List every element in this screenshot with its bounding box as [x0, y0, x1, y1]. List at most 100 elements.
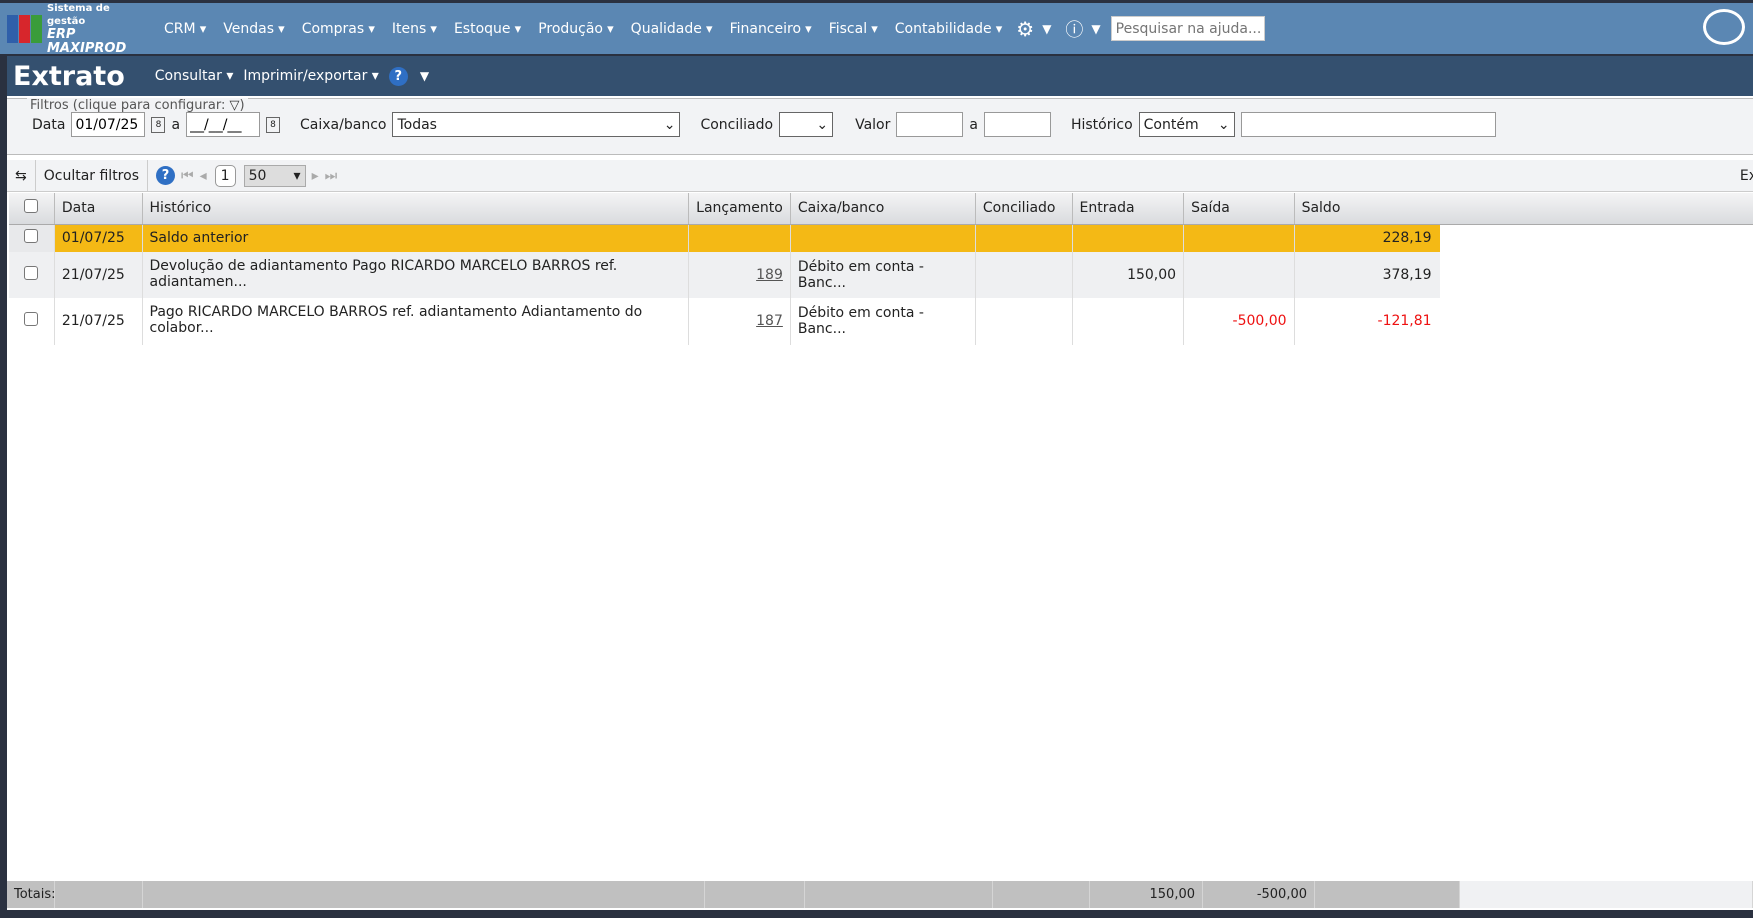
- last-page-icon[interactable]: ⏭: [325, 168, 338, 184]
- col-lancamento[interactable]: Lançamento: [688, 193, 791, 225]
- data-label: Data: [32, 116, 66, 133]
- col-data[interactable]: Data: [54, 193, 143, 225]
- historico-mode-select[interactable]: Contém ⌄: [1138, 112, 1235, 137]
- page-number[interactable]: 1: [214, 164, 236, 187]
- menu-compras[interactable]: Compras: [302, 21, 375, 37]
- chevron-down-icon: ⌄: [1217, 116, 1230, 133]
- totals-label: Totais:: [7, 881, 56, 908]
- logo-line2: ERP MAXIPROD: [47, 26, 127, 56]
- cell-saida: -500,00: [1183, 297, 1295, 345]
- historico-mode-value: Contém: [1143, 116, 1199, 133]
- refresh-icon[interactable]: ⇆: [7, 160, 36, 191]
- settings-dropdown-icon[interactable]: ▼: [1042, 22, 1051, 36]
- cell-historico: Pago RICARDO MARCELO BARROS ref. adianta…: [142, 297, 690, 345]
- help-circle-icon[interactable]: ⓘ: [1065, 16, 1083, 42]
- menu-contabilidade[interactable]: Contabilidade: [895, 21, 1002, 37]
- top-navigation-bar: Sistema de gestãoERP MAXIPROD CRM Vendas…: [0, 2, 1753, 56]
- help-search-input[interactable]: [1110, 16, 1265, 41]
- col-historico[interactable]: Histórico: [142, 193, 690, 225]
- data-from-input[interactable]: [71, 112, 146, 137]
- menu-itens[interactable]: Itens: [392, 21, 437, 37]
- calendar-icon[interactable]: 8: [151, 116, 166, 133]
- conciliado-label: Conciliado: [700, 116, 774, 133]
- conciliado-select[interactable]: ⌄: [779, 112, 834, 137]
- row-checkbox[interactable]: [24, 265, 39, 280]
- logo-icon: [7, 14, 42, 43]
- menu-crm[interactable]: CRM: [164, 21, 206, 37]
- export-button[interactable]: Ex: [1740, 168, 1753, 184]
- next-page-icon[interactable]: ▸: [312, 168, 319, 184]
- first-page-icon[interactable]: ⏮: [181, 168, 194, 184]
- logo[interactable]: Sistema de gestão ERP MAXIPROD: [7, 2, 147, 56]
- caixa-banco-label: Caixa/banco: [300, 116, 387, 133]
- help-dropdown-icon[interactable]: ▼: [420, 69, 429, 83]
- table-row[interactable]: 01/07/25 Saldo anterior 228,19: [9, 224, 1753, 252]
- menu-vendas[interactable]: Vendas: [223, 21, 284, 37]
- caixa-banco-value: Todas: [397, 116, 437, 133]
- extrato-table: Data Histórico Lançamento Caixa/banco Co…: [9, 193, 1753, 345]
- help-dropdown-icon[interactable]: ▼: [1091, 22, 1100, 36]
- totals-saida: -500,00: [1203, 881, 1315, 908]
- table-row[interactable]: 21/07/25 Pago RICARDO MARCELO BARROS ref…: [9, 297, 1753, 345]
- cell-saldo: 228,19: [1294, 224, 1440, 252]
- filters-legend-text: Filtros (clique para configurar:: [30, 98, 226, 113]
- logo-line1: Sistema de gestão: [47, 2, 110, 27]
- cell-saldo: 378,19: [1294, 251, 1440, 298]
- col-entrada[interactable]: Entrada: [1072, 193, 1185, 225]
- col-saida[interactable]: Saída: [1183, 193, 1295, 225]
- cell-lancamento: [688, 224, 791, 252]
- chevron-down-icon: ⌄: [816, 116, 829, 133]
- cell-entrada: 150,00: [1072, 251, 1185, 298]
- filters-legend[interactable]: Filtros (clique para configurar: ▽): [27, 98, 248, 113]
- col-conciliado[interactable]: Conciliado: [975, 193, 1073, 225]
- row-checkbox[interactable]: [24, 229, 39, 243]
- consultar-menu[interactable]: Consultar: [155, 68, 234, 84]
- cell-historico: Saldo anterior: [142, 224, 690, 252]
- grid-toolbar: ⇆ Ocultar filtros ? ⏮ ◂ 1 50 ▾ ▸ ⏭ Ex: [7, 160, 1753, 192]
- help-icon[interactable]: ?: [388, 66, 408, 86]
- valor-label: Valor: [855, 116, 891, 133]
- cell-caixa: Débito em conta - Banc...: [790, 297, 976, 345]
- caixa-banco-select[interactable]: Todas ⌄: [392, 112, 681, 137]
- filters-panel: Filtros (clique para configurar: ▽) Data…: [7, 98, 1753, 155]
- row-checkbox[interactable]: [24, 312, 39, 326]
- historico-input[interactable]: [1240, 112, 1496, 137]
- lancamento-link[interactable]: 187: [756, 313, 783, 329]
- hide-filters-button[interactable]: Ocultar filtros: [36, 160, 148, 191]
- filters-legend-end: ): [239, 98, 245, 113]
- page-size-select[interactable]: 50 ▾: [243, 164, 306, 187]
- table-row[interactable]: 21/07/25 Devolução de adiantamento Pago …: [9, 251, 1753, 298]
- chevron-down-icon: ⌄: [663, 116, 676, 133]
- page-header: Extrato Consultar Imprimir/exportar ? ▼: [7, 56, 1753, 96]
- imprimir-exportar-menu[interactable]: Imprimir/exportar: [243, 68, 378, 84]
- col-saldo[interactable]: Saldo: [1294, 193, 1753, 225]
- chevron-down-icon: ▾: [293, 167, 301, 184]
- lancamento-link[interactable]: 189: [756, 267, 783, 283]
- totals-row: Totais: 150,00 -500,00: [7, 881, 1753, 908]
- chat-bubble-icon[interactable]: [1703, 9, 1745, 45]
- cell-data: 01/07/25: [54, 224, 143, 252]
- cell-entrada: [1072, 297, 1185, 345]
- col-caixa-banco[interactable]: Caixa/banco: [790, 193, 976, 225]
- menu-estoque[interactable]: Estoque: [454, 21, 521, 37]
- help-icon[interactable]: ?: [156, 166, 175, 185]
- menu-qualidade[interactable]: Qualidade: [631, 21, 713, 37]
- gear-icon[interactable]: ⚙: [1016, 17, 1034, 41]
- valor-to-input[interactable]: [983, 112, 1051, 137]
- calendar-icon[interactable]: 8: [266, 116, 281, 133]
- menu-producao[interactable]: Produção: [538, 21, 613, 37]
- cell-conciliado: [975, 224, 1073, 252]
- data-to-input[interactable]: [186, 112, 261, 137]
- filter-funnel-icon[interactable]: ▽: [229, 98, 239, 113]
- cell-conciliado: [975, 297, 1073, 345]
- date-range-a-label: a: [171, 116, 181, 133]
- cell-caixa: Débito em conta - Banc...: [790, 251, 976, 298]
- prev-page-icon[interactable]: ◂: [200, 168, 207, 184]
- select-all-checkbox[interactable]: [24, 199, 39, 214]
- cell-entrada: [1072, 224, 1185, 252]
- cell-historico: Devolução de adiantamento Pago RICARDO M…: [142, 251, 690, 298]
- valor-from-input[interactable]: [896, 112, 964, 137]
- menu-financeiro[interactable]: Financeiro: [730, 21, 812, 37]
- menu-fiscal[interactable]: Fiscal: [829, 21, 878, 37]
- valor-range-a-label: a: [969, 116, 978, 133]
